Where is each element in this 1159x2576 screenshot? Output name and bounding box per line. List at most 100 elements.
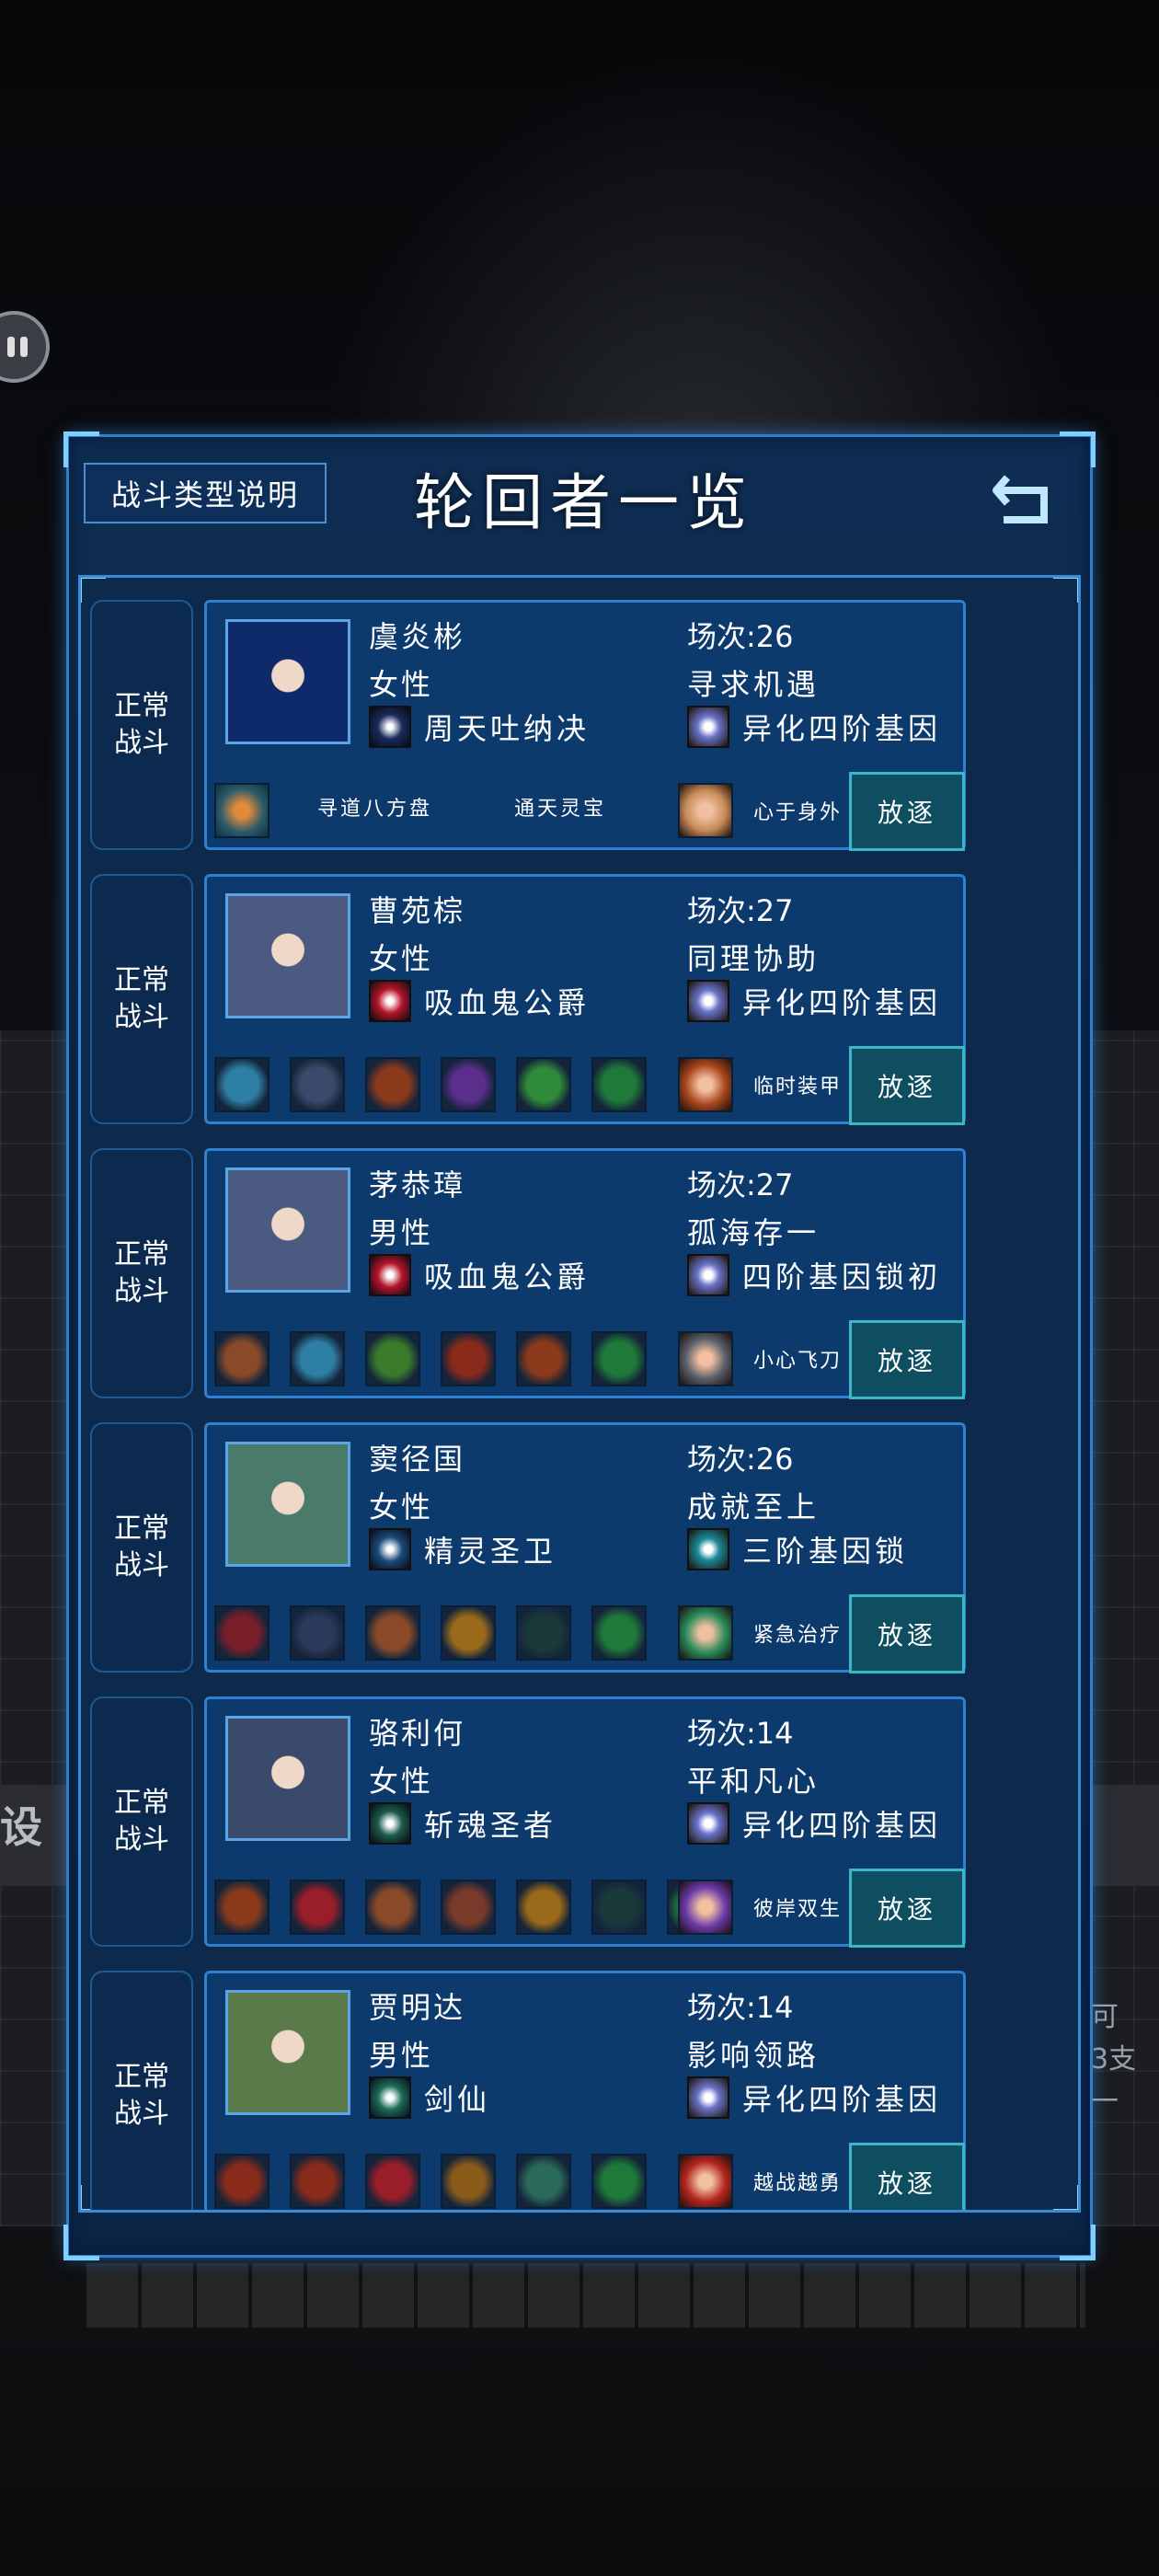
bloodline: 剑仙 — [369, 2076, 490, 2119]
boots-icon[interactable] — [441, 1880, 496, 1935]
ghost-icon — [369, 1802, 411, 1845]
character-name: 茅恭璋 — [369, 1167, 466, 1202]
gene-lock-name: 异化四阶基因 — [742, 2082, 942, 2117]
green-sword-icon[interactable] — [516, 1057, 571, 1112]
reincarnator-card[interactable]: 茅恭璋 男性 吸血鬼公爵 场次:27 孤海存一 四阶基因锁初 小心飞刀 放逐 — [204, 1148, 966, 1399]
character-gender: 男性 — [369, 1215, 434, 1250]
battle-count: 场次:14 — [687, 1990, 794, 2025]
green-dna-icon[interactable] — [591, 2154, 647, 2209]
skill[interactable]: 紧急治疗 — [678, 1605, 842, 1661]
red-orb-icon[interactable] — [290, 1880, 345, 1935]
skill[interactable]: 心于身外 — [678, 783, 842, 838]
reincarnator-row[interactable]: 正常战斗 虞炎彬 女性 周天吐纳决 场次:26 寻求机遇 异化四阶基因 寻道八方盘 通天灵宝 心于… — [81, 578, 1078, 851]
red-boots-icon[interactable] — [290, 2154, 345, 2209]
scroll-bundle-icon[interactable] — [365, 1057, 420, 1112]
blood-eye-icon — [369, 980, 411, 1022]
skill[interactable]: 彼岸双生 — [678, 1880, 842, 1935]
robe-icon[interactable] — [516, 1880, 571, 1935]
gene-burst-icon — [687, 706, 729, 748]
reincarnator-row[interactable]: 正常战斗 茅恭璋 男性 吸血鬼公爵 场次:27 孤海存一 四阶基因锁初 小心飞刀 放逐 — [81, 1126, 1078, 1399]
green-dna-icon[interactable] — [591, 1331, 647, 1386]
talent-name: 平和凡心 — [687, 1764, 820, 1799]
battle-count: 场次:27 — [687, 1167, 794, 1202]
armor-ring-icon — [678, 1057, 733, 1112]
reincarnator-row[interactable]: 正常战斗 窦径国 女性 精灵圣卫 场次:26 成就至上 三阶基因锁 紧急治疗 放逐 — [81, 1400, 1078, 1673]
dagger-icon[interactable] — [516, 1605, 571, 1661]
exile-button[interactable]: 放逐 — [849, 1594, 965, 1673]
equipment-list — [214, 1057, 647, 1112]
skill[interactable]: 临时装甲 — [678, 1057, 842, 1112]
bow-icon[interactable] — [516, 1331, 571, 1386]
gene-lock: 三阶基因锁 — [687, 1528, 908, 1570]
character-name: 贾明达 — [369, 1990, 466, 2025]
skill-name: 紧急治疗 — [753, 1624, 843, 1647]
gene-lock-name: 异化四阶基因 — [742, 1808, 942, 1843]
battle-type-explanation-button[interactable]: 战斗类型说明 — [84, 463, 327, 523]
reincarnator-card[interactable]: 虞炎彬 女性 周天吐纳决 场次:26 寻求机遇 异化四阶基因 寻道八方盘 通天灵宝 心于身外 放逐 — [204, 600, 966, 851]
gene-lock-name: 异化四阶基因 — [742, 711, 942, 746]
character-portrait[interactable] — [225, 1990, 350, 2115]
battle-type-tag: 正常战斗 — [90, 1148, 193, 1398]
bloodline: 斩魂圣者 — [369, 1802, 557, 1845]
gene-lock-name: 异化四阶基因 — [742, 985, 942, 1020]
exile-button[interactable]: 放逐 — [849, 1869, 965, 1948]
character-name: 窦径国 — [369, 1442, 466, 1477]
bow-icon[interactable] — [441, 2154, 496, 2209]
exile-button[interactable]: 放逐 — [849, 2143, 965, 2210]
red-boots-icon[interactable] — [214, 2154, 270, 2209]
dagger-icon[interactable] — [591, 1880, 647, 1935]
back-button[interactable] — [987, 459, 1064, 536]
ore-icon[interactable] — [290, 1057, 345, 1112]
green-dna-icon[interactable] — [591, 1057, 647, 1112]
reincarnator-row[interactable]: 正常战斗 骆利何 女性 斩魂圣者 场次:14 平和凡心 异化四阶基因 彼岸双生 放逐 — [81, 1674, 1078, 1948]
exile-button[interactable]: 放逐 — [849, 772, 965, 851]
gauntlet-icon[interactable] — [365, 1880, 420, 1935]
robe-icon[interactable] — [441, 1605, 496, 1661]
character-portrait[interactable] — [225, 1716, 350, 1841]
gene-lock: 异化四阶基因 — [687, 1802, 941, 1845]
bloodline-name: 精灵圣卫 — [424, 1534, 557, 1569]
character-gender: 女性 — [369, 941, 434, 976]
skill[interactable]: 小心飞刀 — [678, 1331, 842, 1386]
gene-burst-icon — [687, 1802, 729, 1845]
red-boots-icon[interactable] — [441, 1331, 496, 1386]
scroll-bundle-icon[interactable] — [214, 1880, 270, 1935]
red-orb-icon[interactable] — [214, 1605, 270, 1661]
character-portrait[interactable] — [225, 893, 350, 1018]
gauntlet-icon[interactable] — [214, 1331, 270, 1386]
skill-name: 心于身外 — [753, 801, 843, 824]
reincarnator-card[interactable]: 贾明达 男性 剑仙 场次:14 影响领路 异化四阶基因 越战越勇 放逐 — [204, 1971, 966, 2210]
equipment-text-item[interactable]: 寻道八方盘 — [317, 792, 432, 822]
green-axe-icon[interactable] — [516, 2154, 571, 2209]
green-gloves-icon[interactable] — [365, 1331, 420, 1386]
talent-name: 成就至上 — [687, 1489, 820, 1524]
reincarnator-card[interactable]: 骆利何 女性 斩魂圣者 场次:14 平和凡心 异化四阶基因 彼岸双生 放逐 — [204, 1696, 966, 1948]
reincarnator-card[interactable]: 窦径国 女性 精灵圣卫 场次:26 成就至上 三阶基因锁 紧急治疗 放逐 — [204, 1422, 966, 1673]
red-orb-icon[interactable] — [365, 2154, 420, 2209]
equipment-text-item[interactable]: 通天灵宝 — [514, 792, 606, 822]
gauntlet-icon[interactable] — [365, 1605, 420, 1661]
exile-button[interactable]: 放逐 — [849, 1320, 965, 1399]
reincarnator-card[interactable]: 曹苑棕 女性 吸血鬼公爵 场次:27 同理协助 异化四阶基因 临时装甲 放逐 — [204, 874, 966, 1125]
skill[interactable]: 越战越勇 — [678, 2154, 842, 2209]
reincarnator-row[interactable]: 正常战斗 曹苑棕 女性 吸血鬼公爵 场次:27 同理协助 异化四阶基因 临时装甲 放逐 — [81, 852, 1078, 1125]
equipment-list — [214, 783, 270, 838]
talent-name: 寻求机遇 — [687, 667, 820, 702]
gem-box-icon[interactable] — [214, 1057, 270, 1112]
gem-box-icon[interactable] — [290, 1331, 345, 1386]
green-dna-icon[interactable] — [591, 1605, 647, 1661]
gene-burst-icon — [687, 2076, 729, 2119]
crystal-ball-icon[interactable] — [441, 1057, 496, 1112]
character-portrait[interactable] — [225, 1442, 350, 1567]
exile-button[interactable]: 放逐 — [849, 1046, 965, 1125]
bloodline-name: 吸血鬼公爵 — [424, 1259, 591, 1294]
battle-type-tag: 正常战斗 — [90, 1971, 193, 2210]
character-portrait[interactable] — [225, 1167, 350, 1293]
reincarnator-row[interactable]: 正常战斗 贾明达 男性 剑仙 场次:14 影响领路 异化四阶基因 越战越勇 放逐 — [81, 1949, 1078, 2210]
ring-icon[interactable] — [290, 1605, 345, 1661]
blood-eye-icon — [369, 1254, 411, 1296]
background-right-text: 可 3支 一 — [1091, 2001, 1137, 2118]
character-portrait[interactable] — [225, 619, 350, 744]
compass-icon[interactable] — [214, 783, 270, 838]
elf-arrow-icon — [369, 1528, 411, 1570]
